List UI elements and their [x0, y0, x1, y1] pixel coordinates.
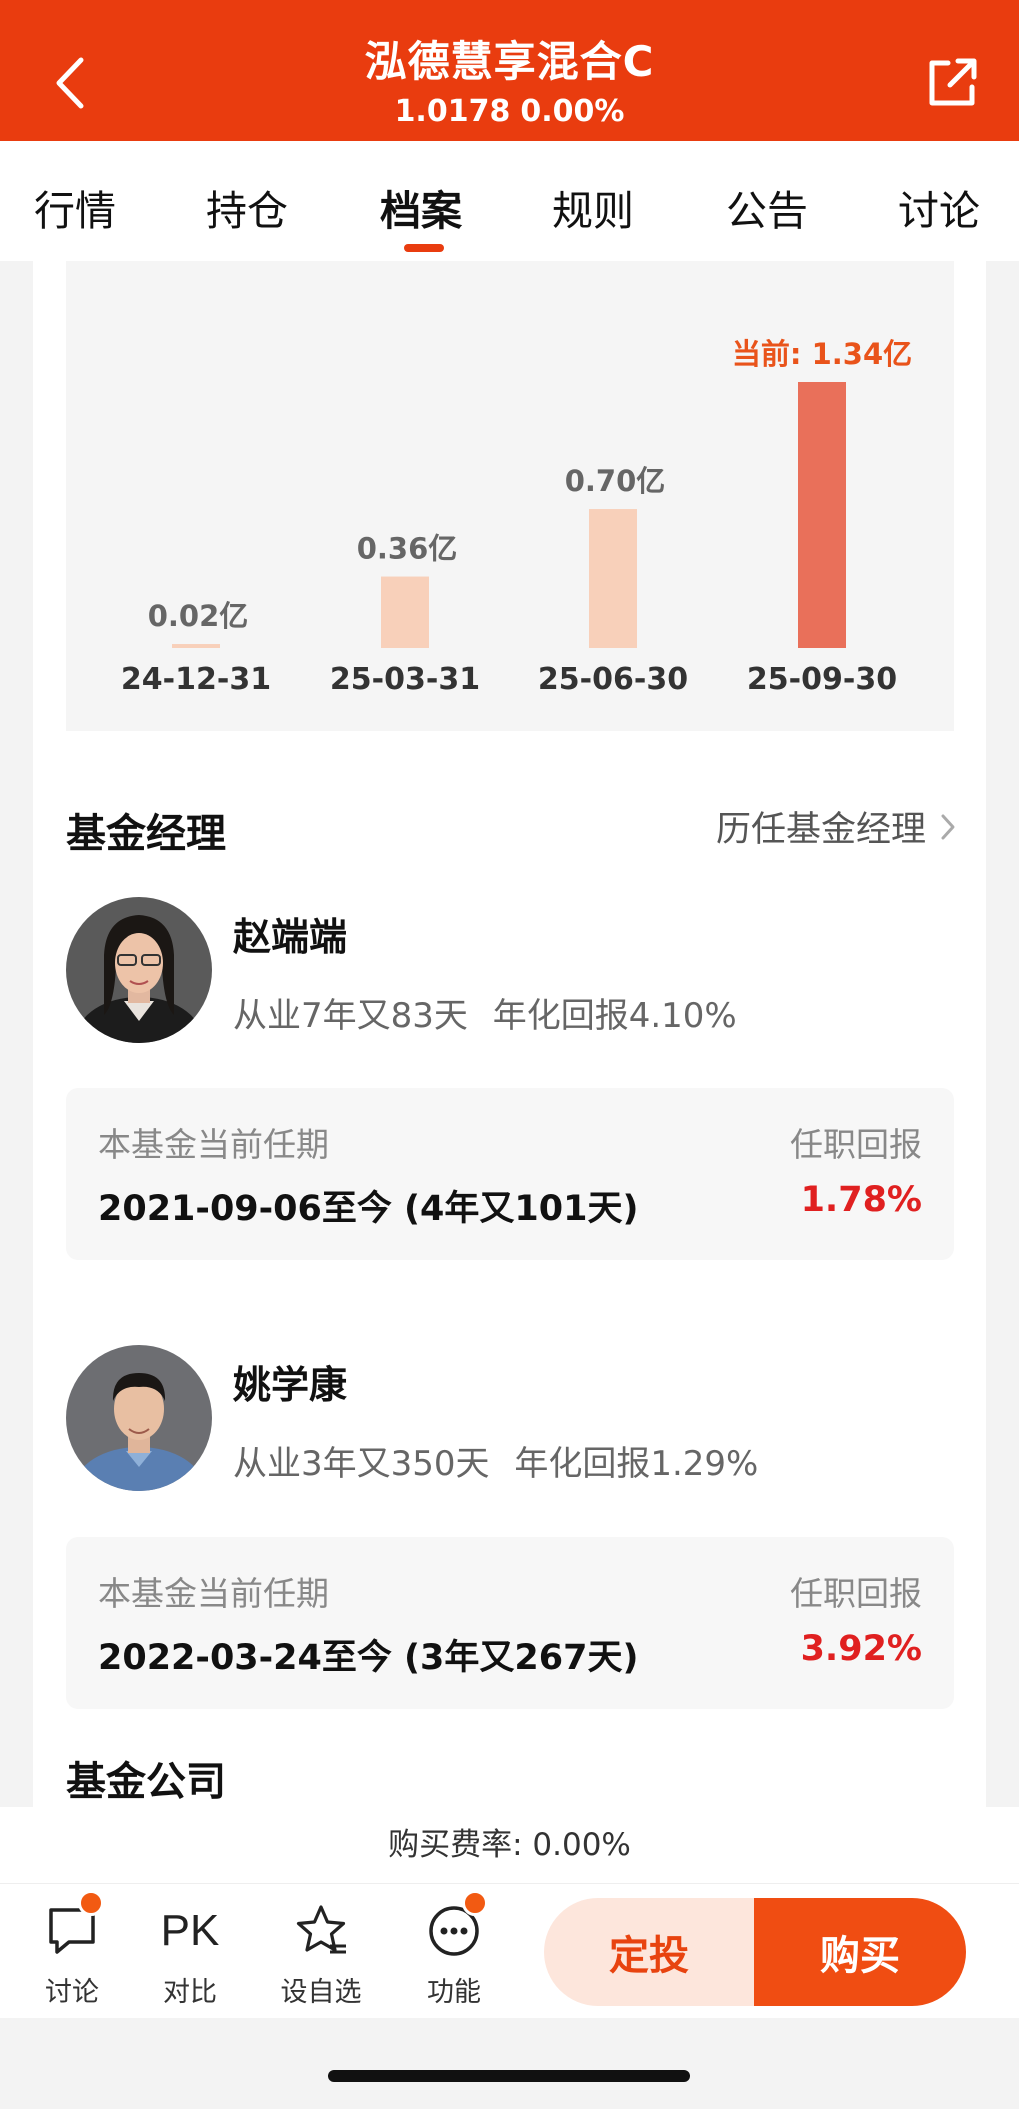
tab-market[interactable]: 行情: [34, 177, 116, 237]
tab-announcements[interactable]: 公告: [726, 177, 808, 237]
fund-nav-value: 1.0178: [394, 94, 511, 129]
chart-bar: [381, 576, 429, 648]
star-icon: [296, 1905, 346, 1954]
tenure-return-value: 1.78%: [800, 1180, 922, 1220]
more-functions-label: 功能: [427, 1977, 481, 2008]
chart-data-label: 0.70亿: [565, 464, 666, 498]
chart-data-label: 当前: 1.34亿: [732, 337, 912, 371]
share-icon: [929, 58, 977, 106]
tenure-label: 本基金当前任期: [98, 1574, 329, 1613]
chart-bar: [798, 382, 846, 648]
manager-avatar[interactable]: [66, 1345, 212, 1491]
avatar-photo: [66, 897, 212, 1043]
tenure-range: 2021-09-06至今 (4年又101天): [98, 1189, 639, 1229]
bottom-action-bar: 讨论 PK 对比 设自选 功能 定投 购买: [0, 1884, 1019, 2018]
manager-stats: 从业3年又350天 年化回报1.29%: [233, 1436, 758, 1485]
discuss-label: 讨论: [45, 1977, 99, 2008]
manager-tenure-card: 本基金当前任期 2022-03-24至今 (3年又267天) 任职回报 3.92…: [66, 1537, 954, 1709]
trade-buttons: 定投 购买: [544, 1898, 966, 2006]
tenure-label: 本基金当前任期: [98, 1125, 329, 1164]
chart-data-label: 0.36亿: [357, 532, 458, 566]
avatar-photo: [66, 1345, 212, 1491]
pk-icon: PK: [160, 1906, 220, 1955]
chart-x-tick-label: 24-12-31: [121, 662, 271, 697]
compare-button[interactable]: PK 对比: [140, 1900, 240, 2009]
manager-avatar[interactable]: [66, 897, 212, 1043]
chart-bar: [172, 644, 220, 648]
tenure-return-label: 任职回报: [790, 1125, 922, 1164]
manager-annual-return: 年化回报4.10%: [492, 996, 737, 1036]
tab-holdings[interactable]: 持仓: [206, 177, 288, 237]
add-watchlist-button[interactable]: 设自选: [271, 1900, 371, 2009]
fund-size-chart-svg: 0.02亿 24-12-31 0.36亿 25-03-31 0.70亿 25-06-30 当…: [121, 337, 912, 697]
manager-tenure-card: 本基金当前任期 2021-09-06至今 (4年又101天) 任职回报 1.78…: [66, 1088, 954, 1260]
active-tab-indicator: [404, 244, 444, 252]
manager-annual-return: 年化回报1.29%: [514, 1444, 759, 1484]
profile-content: 0.02亿 24-12-31 0.36亿 25-03-31 0.70亿 25-06-30 当…: [33, 261, 986, 1807]
tab-discussion[interactable]: 讨论: [898, 177, 980, 237]
fund-change: 0.00%: [520, 94, 625, 129]
auto-invest-button[interactable]: 定投: [544, 1898, 754, 2006]
managers-section-title: 基金经理: [66, 811, 226, 857]
fund-title: 泓德慧享混合C: [364, 37, 655, 86]
tenure-range: 2022-03-24至今 (3年又267天): [98, 1638, 639, 1678]
fund-nav-line: 1.0178 0.00%: [0, 94, 1019, 129]
chart-x-tick-label: 25-03-31: [330, 662, 480, 697]
tab-bar: 行情 持仓 档案 规则 公告 讨论: [0, 141, 1019, 261]
history-managers-label: 历任基金经理: [715, 810, 926, 850]
history-managers-link[interactable]: 历任基金经理: [716, 801, 956, 852]
chart-bar: [589, 509, 637, 648]
notification-dot: [462, 1890, 488, 1916]
header-bar: 泓德慧享混合C 1.0178 0.00%: [0, 0, 1019, 141]
manager-experience: 从业3年又350天: [233, 1444, 490, 1484]
compare-label: 对比: [163, 1977, 217, 2008]
home-indicator[interactable]: [328, 2070, 690, 2082]
tenure-return-value: 3.92%: [800, 1629, 922, 1669]
buy-button[interactable]: 购买: [754, 1898, 966, 2006]
purchase-fee-text: 购买费率: 0.00%: [0, 1807, 1019, 1884]
share-button[interactable]: [919, 50, 985, 116]
notification-dot: [78, 1890, 104, 1916]
tab-profile[interactable]: 档案: [380, 177, 462, 237]
chart-x-tick-label: 25-06-30: [538, 662, 688, 697]
fund-size-chart: 0.02亿 24-12-31 0.36亿 25-03-31 0.70亿 25-06-30 当…: [66, 261, 954, 731]
manager-stats: 从业7年又83天 年化回报4.10%: [233, 988, 737, 1037]
tab-rules[interactable]: 规则: [552, 177, 634, 237]
manager-name[interactable]: 赵端端: [233, 906, 347, 961]
manager-experience: 从业7年又83天: [233, 996, 468, 1036]
tenure-return-label: 任职回报: [790, 1574, 922, 1613]
manager-name[interactable]: 姚学康: [233, 1354, 347, 1409]
chart-data-label: 0.02亿: [148, 599, 249, 633]
chart-x-tick-label: 25-09-30: [747, 662, 897, 697]
chevron-right-icon: [941, 814, 955, 839]
company-section-title: 基金公司: [66, 1759, 226, 1805]
discuss-button[interactable]: 讨论: [22, 1890, 122, 2009]
more-functions-button[interactable]: 功能: [404, 1890, 504, 2009]
add-watchlist-label: 设自选: [280, 1977, 362, 2008]
